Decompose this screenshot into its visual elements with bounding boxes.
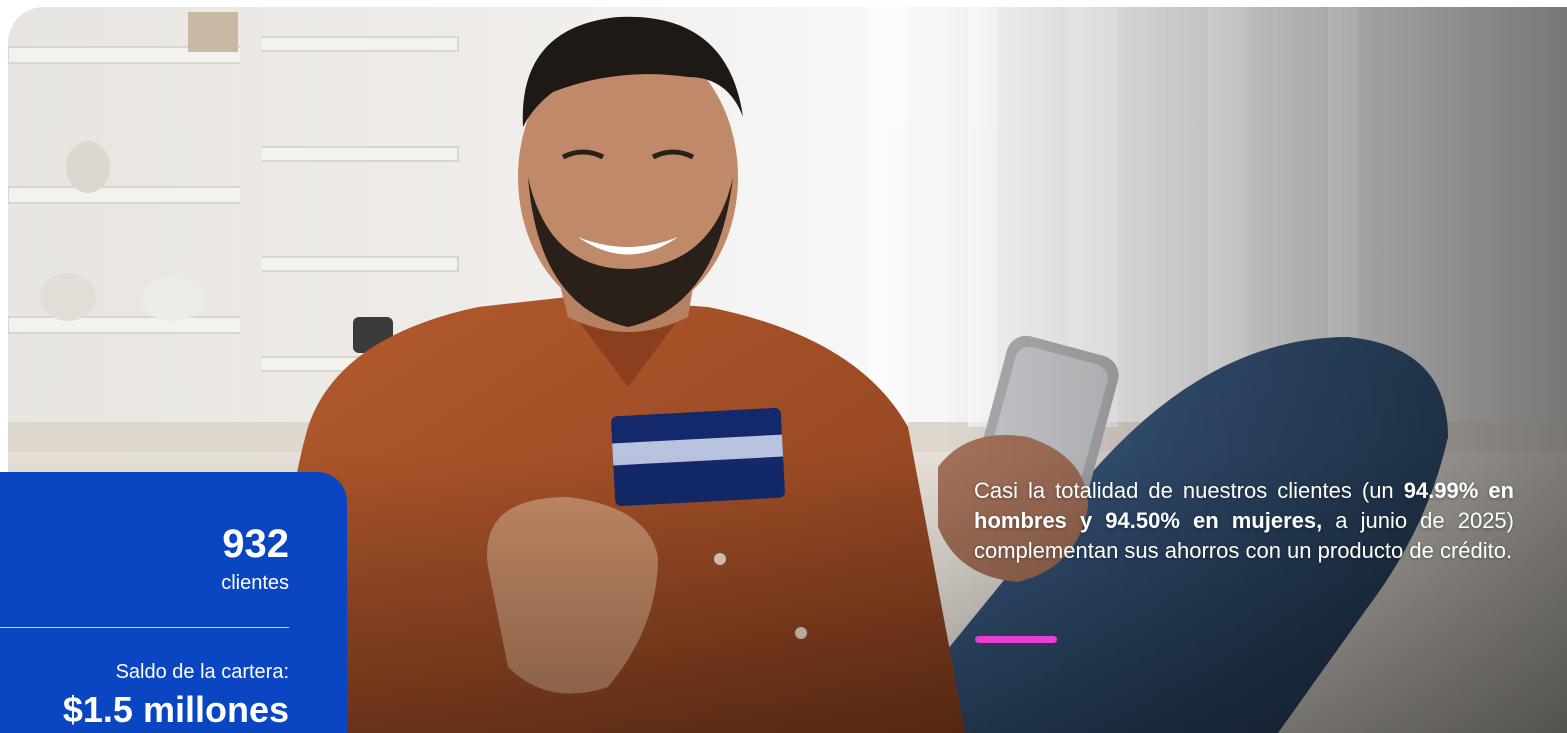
clients-label: clientes bbox=[221, 572, 289, 594]
stats-card: 932 clientes Saldo de la cartera: $1.5 m… bbox=[0, 472, 347, 733]
info-text-before: Casi la totalidad de nuestros clientes (… bbox=[974, 478, 1404, 503]
clients-count: 932 bbox=[222, 522, 289, 566]
balance-value: $1.5 millones bbox=[62, 689, 289, 730]
balance-label: Saldo de la cartera: bbox=[115, 661, 289, 683]
accent-bar bbox=[975, 636, 1057, 643]
info-paragraph: Casi la totalidad de nuestros clientes (… bbox=[974, 476, 1514, 566]
page: 932 clientes Saldo de la cartera: $1.5 m… bbox=[0, 0, 1567, 733]
stats-divider bbox=[0, 627, 289, 628]
